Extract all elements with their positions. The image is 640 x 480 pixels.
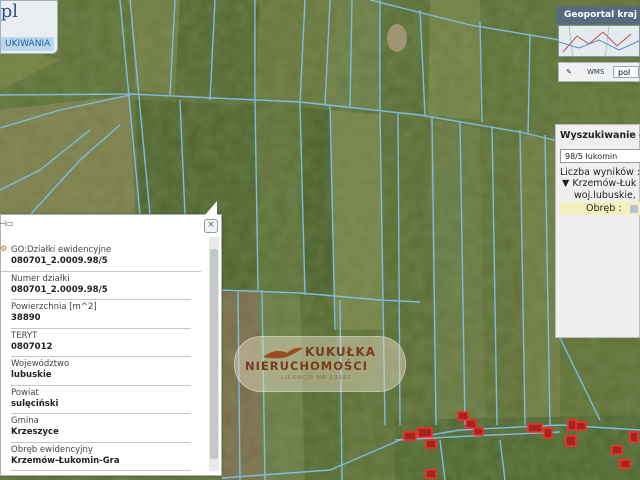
watermark-name-1: KUKUŁKA [305,345,376,359]
language-select[interactable]: pol [613,66,639,78]
geoportal-widget: Geoportal kraj ✎ WMS pol [556,6,640,84]
search-panel: Wyszukiwanie d 98/5 łukomin Liczba wynik… [555,124,640,338]
popup-body: ⚙ GO:Działki ewidencyjne 080701_2.0009.9… [0,243,207,471]
search-parcels-button[interactable]: UKIWANIA [1,37,55,51]
geoportal-title: Geoportal kraj [556,6,640,24]
result-tree-label: Krzemów-Łuk [572,178,637,189]
watermark-logo: KUKUŁKA NIERUCHOMOŚCI LICENCJA NR 13161 [234,336,406,392]
group-label: GO:Działki ewidencyjne [11,245,112,255]
field-value: sulęciński [11,398,59,409]
result-tree-item[interactable]: ▼ Krzemów-Łuk [562,178,636,189]
field-row: Numer działki 080701_2.0009.98/5 [11,272,191,300]
field-label: Gmina [11,416,39,426]
field-value: lubuskie [11,370,52,380]
popup-group-row: ⚙ GO:Działki ewidencyjne 080701_2.0009.9… [0,243,201,272]
scrollbar-thumb[interactable] [210,249,218,459]
obreb-label: Obręb : [586,203,622,214]
field-value: Krzeszyce [11,427,59,437]
field-label: Powiat [11,387,39,398]
group-value: 080701_2.0009.98/5 [11,256,108,266]
layer-icon: ⚙ [0,244,8,253]
field-label: Województwo [11,359,70,369]
tree-expand-icon[interactable]: ▼ [562,178,569,189]
pin-icon[interactable]: ⊣▭ [0,219,15,229]
field-label: Obręb ewidencyjny [11,444,93,455]
popup-scrollbar[interactable] [209,237,219,471]
geoportal-toolbar: ✎ WMS pol [558,62,640,82]
field-row: TERYT 0807012 [11,329,191,357]
field-row: Obręb ewidencyjny Krzemów-Łukomin-Gra [11,443,191,471]
obreb-icon [630,205,638,213]
field-row: Województwo lubuskie [11,357,191,386]
watermark-tagline: LICENCJA NR 13161 [281,375,353,381]
watermark-name-2: NIERUCHOMOŚCI [245,359,369,373]
wms-icon[interactable]: WMS [587,66,604,78]
logo-text: .pl [0,1,19,22]
result-obreb[interactable]: Obręb : [560,202,640,215]
results-count-label: Liczba wyników : [560,167,640,178]
field-value: 0807012 [11,341,53,352]
overview-minimap[interactable] [558,25,640,57]
field-value: 38890 [11,313,41,323]
field-label: Numer działki [11,273,70,284]
pencil-icon[interactable]: ✎ [562,66,576,78]
close-icon[interactable]: × [204,219,218,233]
result-tree-sub: woj.lubuskie, [574,190,636,201]
field-value: 080701_2.0009.98/5 [11,284,108,295]
parcel-info-popup: ⊣▭ × ⚙ GO:Działki ewidencyjne 080701_2.0… [0,201,222,476]
popup-tail [205,201,217,215]
search-input[interactable]: 98/5 łukomin [560,149,640,163]
search-panel-title: Wyszukiwanie d [560,130,640,141]
field-value: Krzemów-Łukomin-Gra [11,455,120,466]
field-row: Powiat sulęciński [11,386,191,414]
field-row: Powierzchnia [m^2] 38890 [11,300,191,329]
field-label: TERYT [11,330,38,341]
field-label: Powierzchnia [m^2] [11,302,97,312]
field-row: Gmina Krzeszyce [11,414,191,443]
site-logo[interactable]: .pl UKIWANIA [0,0,58,54]
